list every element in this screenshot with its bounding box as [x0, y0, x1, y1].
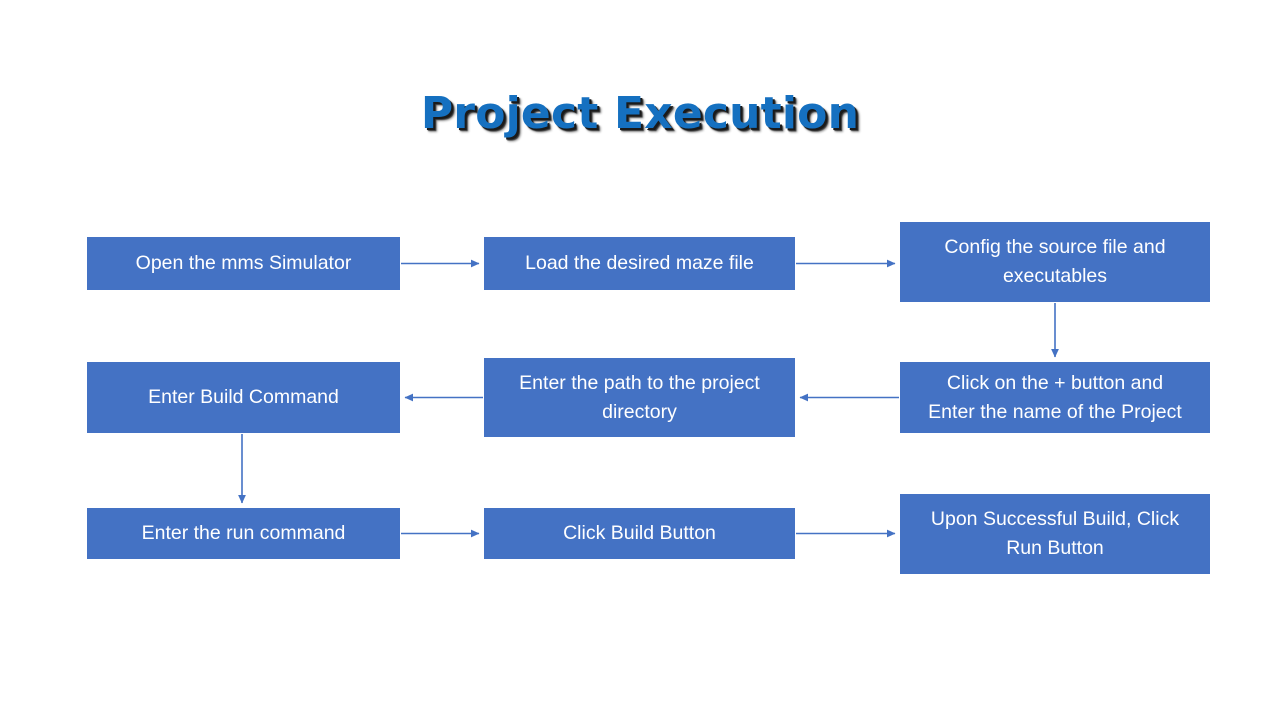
flow-node-load-maze-file[interactable]: Load the desired maze file [484, 237, 795, 290]
flow-node-click-run-button[interactable]: Upon Successful Build, Click Run Button [900, 494, 1210, 574]
flow-node-open-simulator[interactable]: Open the mms Simulator [87, 237, 400, 290]
page-title: Project Execution [420, 88, 860, 139]
flow-node-enter-run-command[interactable]: Enter the run command [87, 508, 400, 559]
flow-node-enter-build-command[interactable]: Enter Build Command [87, 362, 400, 433]
flow-node-enter-project-directory-path[interactable]: Enter the path to the project directory [484, 358, 795, 437]
slide-canvas: Project Execution Open the mms Simulator… [0, 0, 1280, 720]
flow-node-click-build-button[interactable]: Click Build Button [484, 508, 795, 559]
flow-node-config-source-executables[interactable]: Config the source file and executables [900, 222, 1210, 302]
flow-node-click-plus-enter-project-name[interactable]: Click on the + button and Enter the name… [900, 362, 1210, 433]
